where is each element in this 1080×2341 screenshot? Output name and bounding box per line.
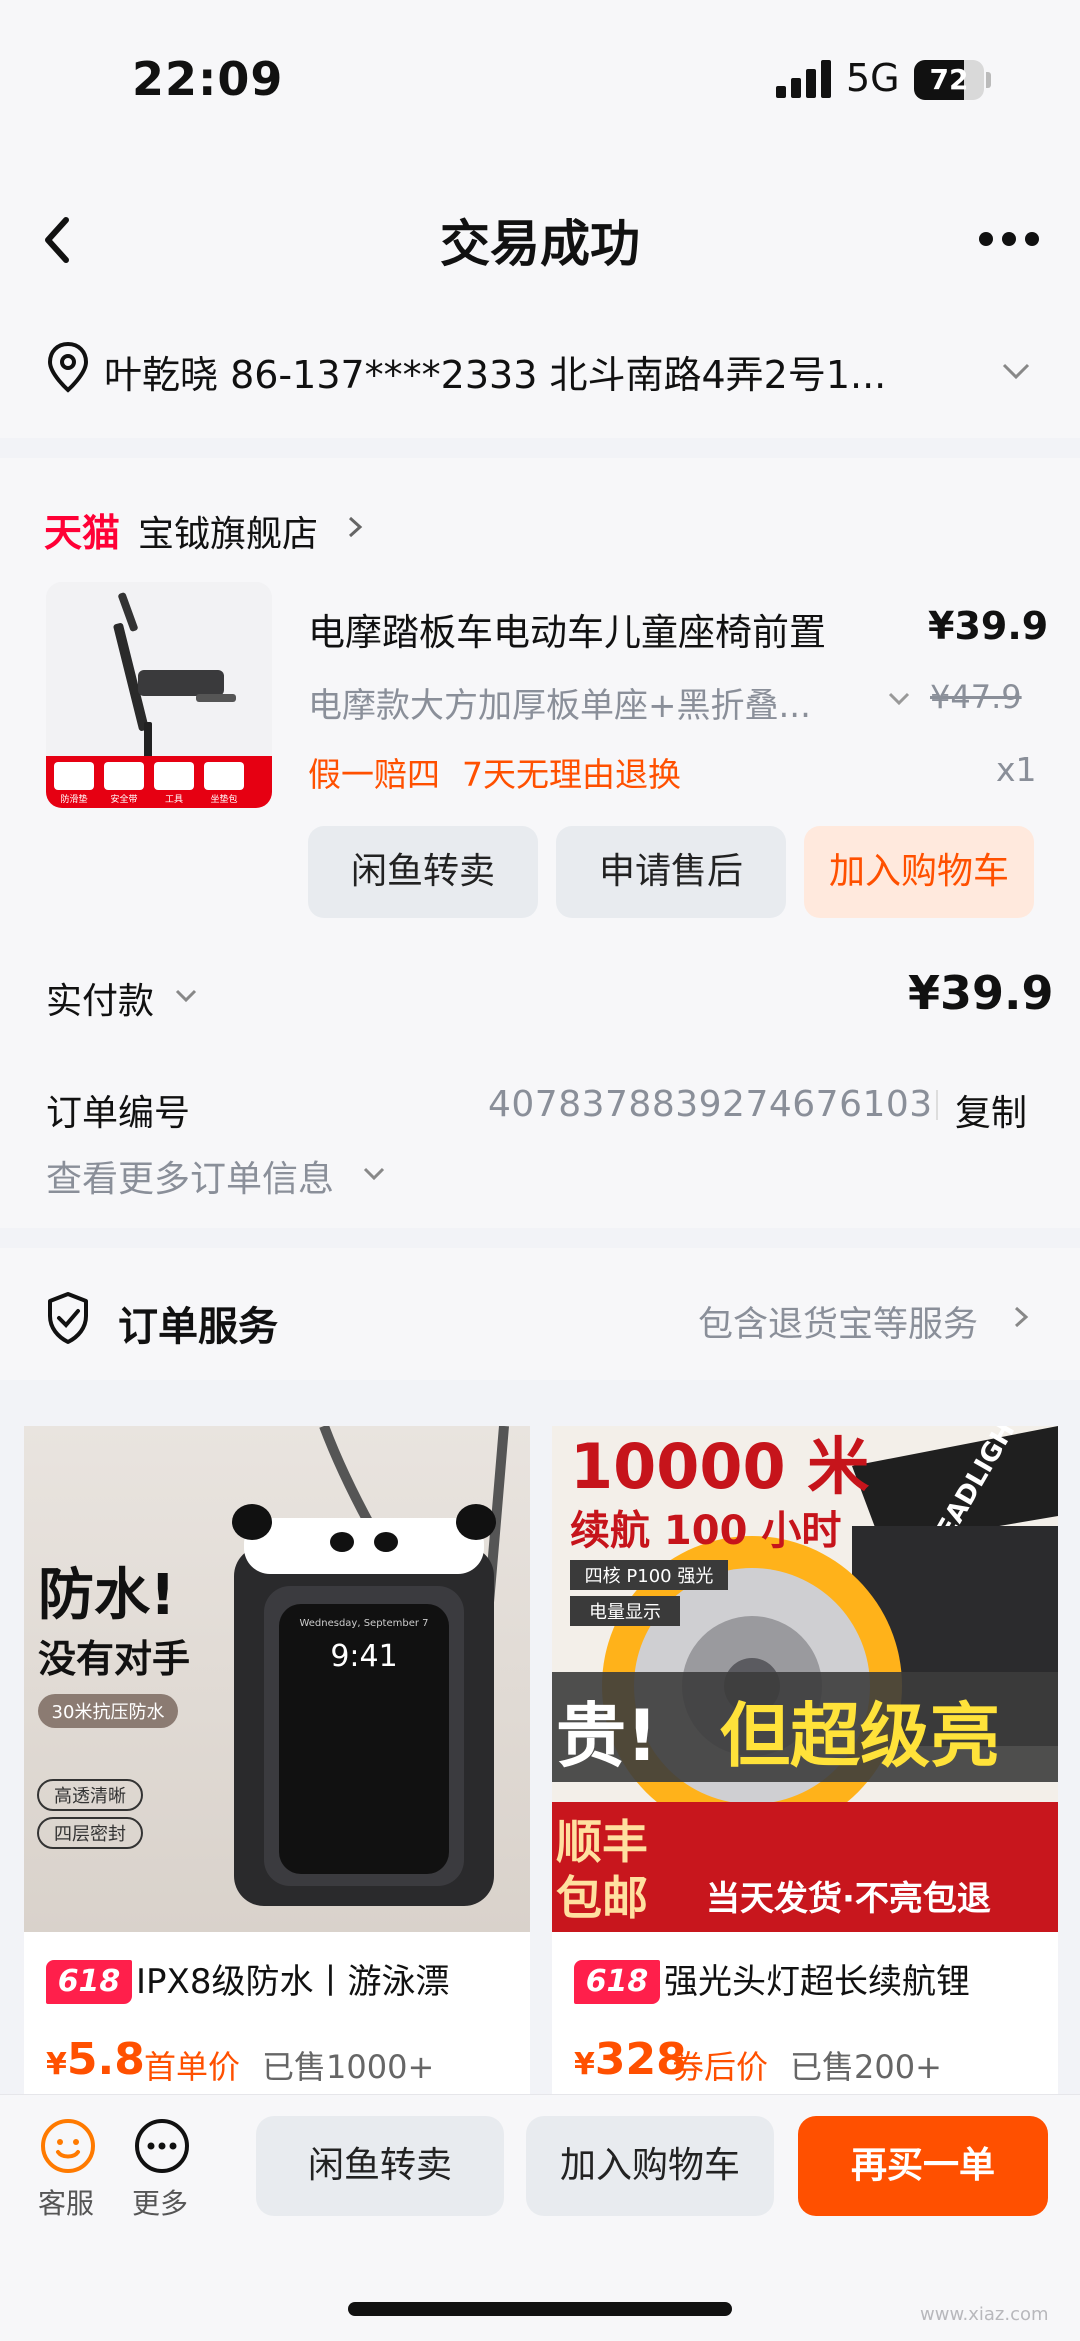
add-to-cart-button[interactable]: 加入购物车 bbox=[804, 826, 1034, 918]
chevron-down-icon[interactable] bbox=[360, 1164, 388, 1184]
recommendation-image[interactable]: Wednesday, September 7 9:41 防水! 没有对手 30米… bbox=[24, 1426, 530, 1932]
xianyu-resell-button[interactable]: 闲鱼转卖 bbox=[308, 826, 538, 918]
chevron-down-icon[interactable] bbox=[884, 688, 914, 710]
rec-slogan: 但超级亮 bbox=[720, 1695, 1000, 1777]
signal-icon bbox=[776, 60, 831, 98]
service-description[interactable]: 包含退货宝等服务 bbox=[698, 1296, 978, 1347]
service-title: 订单服务 bbox=[118, 1304, 278, 1350]
network-type: 5G bbox=[846, 56, 900, 100]
recommendation-image[interactable]: HEADLIGHT 10000 米 续航 100 小时 四核 P100 强光 电… bbox=[552, 1426, 1058, 1932]
rec-tag: 电量显示 bbox=[589, 1602, 661, 1623]
chevron-down-icon[interactable] bbox=[996, 356, 1036, 386]
order-number-label: 订单编号 bbox=[46, 1093, 191, 1134]
recommendation-title[interactable]: IPX8级防水丨游泳漂 bbox=[136, 1960, 526, 2004]
product-image-label: 防滑垫 bbox=[60, 793, 87, 805]
sold-count: 已售200+ bbox=[790, 2048, 942, 2086]
recommendation-card[interactable]: Wednesday, September 7 9:41 防水! 没有对手 30米… bbox=[24, 1426, 530, 2146]
buy-again-button[interactable]: 再买一单 bbox=[798, 2116, 1048, 2216]
recommendation-card[interactable]: HEADLIGHT 10000 米 续航 100 小时 四核 P100 强光 电… bbox=[552, 1426, 1058, 2146]
quantity: x1 bbox=[996, 750, 1037, 789]
price-note: 首单价 bbox=[144, 2048, 241, 2086]
chevron-right-icon[interactable] bbox=[344, 512, 366, 542]
promo-badge: 618 bbox=[574, 1960, 660, 2004]
shipping-text: 当天发货·不亮包退 bbox=[706, 1879, 991, 1919]
order-number: 4078378839274676103 bbox=[488, 1084, 933, 1125]
rec-headline: 10000 米 bbox=[570, 1430, 869, 1503]
rec-tag: 四核 P100 强光 bbox=[585, 1566, 714, 1587]
phone-time: 9:41 bbox=[330, 1639, 397, 1674]
recommendation-price: ¥5.8 bbox=[46, 2034, 145, 2085]
customer-service-icon[interactable] bbox=[40, 2118, 96, 2174]
promise-tag: 假一赔四 bbox=[308, 755, 440, 794]
sold-count: 已售1000+ bbox=[262, 2048, 435, 2086]
product-image[interactable]: 防滑垫 安全带 工具 坐垫包 bbox=[46, 582, 272, 808]
product-spec[interactable]: 电摩款大方加厚板单座+黑折叠... bbox=[308, 678, 848, 727]
shipping-text: 包邮 bbox=[556, 1871, 648, 1925]
more-order-info-link[interactable]: 查看更多订单信息 bbox=[46, 1150, 334, 1202]
price-note: 券后价 bbox=[672, 2048, 769, 2086]
chevron-down-icon[interactable] bbox=[172, 986, 200, 1006]
after-sale-button[interactable]: 申请售后 bbox=[556, 826, 786, 918]
original-price: ¥47.9 bbox=[930, 678, 1022, 716]
recommendation-price: ¥328 bbox=[574, 2034, 687, 2085]
rec-headline: 没有对手 bbox=[38, 1637, 190, 1681]
chevron-right-icon[interactable] bbox=[1010, 1302, 1032, 1332]
customer-service-label[interactable]: 客服 bbox=[38, 2182, 94, 2222]
rec-feature: 四层密封 bbox=[54, 1824, 126, 1845]
shop-name[interactable]: 宝钺旗舰店 bbox=[138, 505, 318, 557]
watermark: www.xiaz.com bbox=[920, 2304, 1049, 2325]
more-circle-icon[interactable] bbox=[134, 2118, 190, 2174]
status-time: 22:09 bbox=[132, 52, 284, 106]
rec-headline: 防水! bbox=[38, 1563, 176, 1628]
product-image-label: 工具 bbox=[165, 794, 183, 805]
promo-badge: 618 bbox=[46, 1960, 132, 2004]
paid-label[interactable]: 实付款 bbox=[46, 972, 154, 1024]
page-title: 交易成功 bbox=[440, 215, 640, 273]
phone-date: Wednesday, September 7 bbox=[299, 1618, 428, 1629]
product-image-label: 安全带 bbox=[110, 793, 137, 805]
shield-check-icon bbox=[48, 1292, 88, 1344]
tmall-logo: 天猫 bbox=[44, 511, 121, 555]
rec-feature: 高透清晰 bbox=[54, 1786, 126, 1807]
home-indicator[interactable] bbox=[348, 2302, 732, 2316]
more-label[interactable]: 更多 bbox=[132, 2182, 188, 2222]
add-to-cart-button[interactable]: 加入购物车 bbox=[526, 2116, 774, 2216]
battery-tip bbox=[986, 72, 991, 88]
paid-amount: ¥39.9 bbox=[908, 966, 1054, 1020]
copy-button[interactable]: 复制 bbox=[955, 1084, 1027, 1136]
product-price: ¥39.9 bbox=[928, 604, 1049, 648]
battery-icon: 72 bbox=[914, 60, 984, 100]
rec-slogan: 贵! bbox=[556, 1695, 658, 1777]
rec-tag: 30米抗压防水 bbox=[52, 1702, 165, 1723]
more-dots-icon[interactable] bbox=[978, 228, 1040, 250]
address-text[interactable]: 叶乾晓 86-137****2333 北斗南路4弄2号1... bbox=[104, 344, 994, 399]
product-image-label: 坐垫包 bbox=[210, 793, 237, 805]
promise-tag: 7天无理由退换 bbox=[462, 755, 681, 794]
xianyu-resell-button[interactable]: 闲鱼转卖 bbox=[256, 2116, 504, 2216]
battery-level: 72 bbox=[929, 63, 969, 96]
product-title[interactable]: 电摩踏板车电动车儿童座椅前置 bbox=[308, 602, 826, 656]
rec-headline: 续航 100 小时 bbox=[570, 1508, 841, 1554]
shipping-text: 顺丰 bbox=[556, 1815, 648, 1869]
divider bbox=[936, 1090, 938, 1120]
location-pin-icon bbox=[47, 341, 89, 393]
recommendation-title[interactable]: 强光头灯超长续航锂 bbox=[664, 1960, 1054, 2004]
